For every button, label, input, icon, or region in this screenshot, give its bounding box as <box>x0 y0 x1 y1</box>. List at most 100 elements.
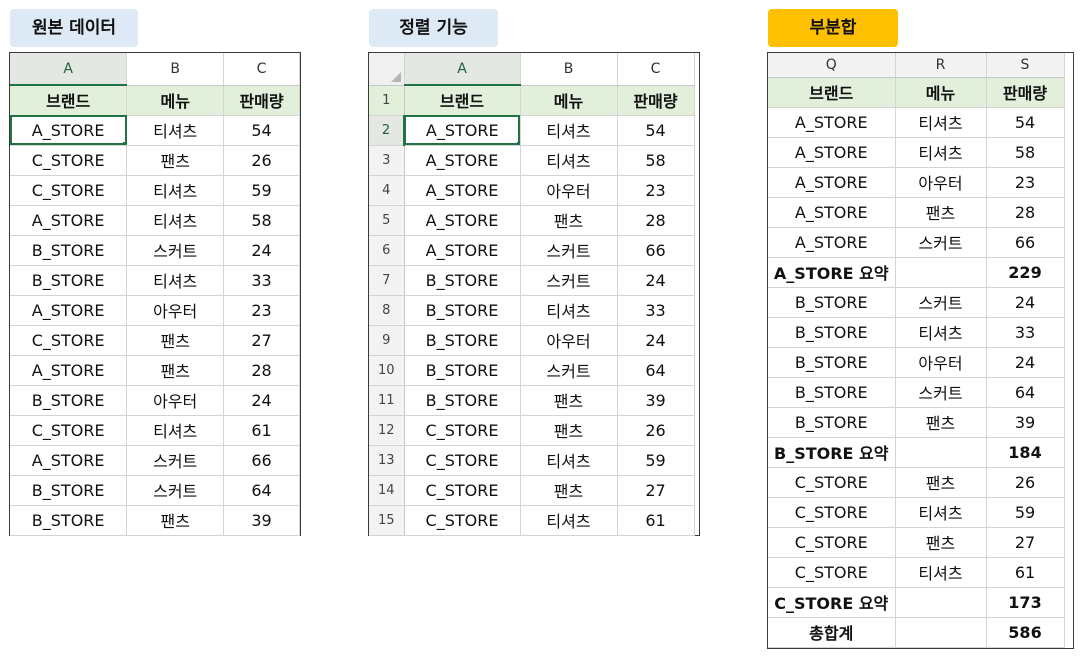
cell-menu[interactable]: 티셔츠 <box>520 295 618 326</box>
cell-menu[interactable]: 팬츠 <box>895 197 987 228</box>
cell-sales[interactable]: 58 <box>617 145 695 176</box>
cell-sales[interactable]: 28 <box>986 197 1065 228</box>
cell-sales[interactable]: 33 <box>617 295 695 326</box>
header-sales[interactable]: 판매량 <box>617 85 695 116</box>
header-brand[interactable]: 브랜드 <box>10 85 128 116</box>
cell-sales[interactable]: 54 <box>617 115 695 146</box>
header-menu[interactable]: 메뉴 <box>520 85 618 116</box>
cell-sales[interactable]: 23 <box>617 175 695 206</box>
cell-brand[interactable]: C_STORE <box>10 325 128 356</box>
cell-sales[interactable]: 229 <box>986 257 1065 288</box>
cell-brand[interactable]: A_STORE <box>768 227 896 258</box>
cell-brand[interactable]: A_STORE <box>768 197 896 228</box>
cell-menu[interactable]: 티셔츠 <box>895 107 987 138</box>
cell-menu[interactable]: 티셔츠 <box>126 175 225 206</box>
cell-brand[interactable]: A_STORE <box>10 205 128 236</box>
cell-brand[interactable]: B_STORE <box>768 347 896 378</box>
cell-menu[interactable]: 스커트 <box>520 355 618 386</box>
cell-brand[interactable]: B_STORE <box>768 377 896 408</box>
cell-menu[interactable]: 팬츠 <box>126 505 225 536</box>
cell-menu[interactable]: 티셔츠 <box>126 415 225 446</box>
row-number[interactable]: 14 <box>369 475 405 506</box>
cell-sales[interactable]: 66 <box>986 227 1065 258</box>
cell-sales[interactable]: 64 <box>617 355 695 386</box>
cell-sales[interactable]: 59 <box>617 445 695 476</box>
cell-menu[interactable]: 팬츠 <box>520 205 618 236</box>
column-header-s[interactable]: S <box>986 53 1065 78</box>
cell-sales[interactable]: 173 <box>986 587 1065 618</box>
row-number[interactable]: 8 <box>369 295 405 326</box>
header-brand[interactable]: 브랜드 <box>768 77 896 108</box>
cell-brand[interactable]: B_STORE <box>10 235 128 266</box>
cell-sales[interactable]: 24 <box>617 325 695 356</box>
cell-menu[interactable]: 티셔츠 <box>126 205 225 236</box>
cell-brand[interactable]: B_STORE <box>768 317 896 348</box>
cell-brand[interactable]: B_STORE 요약 <box>768 437 896 468</box>
cell-brand[interactable]: C_STORE <box>768 497 896 528</box>
cell-menu[interactable]: 팬츠 <box>126 325 225 356</box>
row-number[interactable]: 12 <box>369 415 405 446</box>
cell-sales[interactable]: 23 <box>986 167 1065 198</box>
cell-brand[interactable]: C_STORE <box>404 445 521 476</box>
cell-sales[interactable]: 33 <box>223 265 300 296</box>
cell-brand[interactable]: B_STORE <box>10 265 128 296</box>
cell-menu[interactable]: 팬츠 <box>895 467 987 498</box>
cell-brand[interactable]: A_STORE 요약 <box>768 257 896 288</box>
cell-menu[interactable]: 팬츠 <box>895 527 987 558</box>
cell-menu[interactable]: 스커트 <box>126 445 225 476</box>
cell-brand[interactable]: B_STORE <box>10 385 128 416</box>
cell-sales[interactable]: 27 <box>617 475 695 506</box>
cell-brand[interactable]: A_STORE <box>404 205 521 236</box>
cell-sales[interactable]: 54 <box>223 115 300 146</box>
cell-menu[interactable]: 티셔츠 <box>126 115 225 146</box>
cell-menu[interactable]: 티셔츠 <box>126 265 225 296</box>
row-number[interactable]: 15 <box>369 505 405 536</box>
column-header-c[interactable]: C <box>617 53 695 86</box>
cell-sales[interactable]: 39 <box>223 505 300 536</box>
cell-sales[interactable]: 58 <box>223 205 300 236</box>
cell-sales[interactable]: 26 <box>223 145 300 176</box>
cell-menu[interactable]: 아우터 <box>520 325 618 356</box>
cell-menu[interactable]: 아우터 <box>895 347 987 378</box>
row-number[interactable]: 13 <box>369 445 405 476</box>
cell-sales[interactable]: 24 <box>223 235 300 266</box>
cell-sales[interactable]: 27 <box>986 527 1065 558</box>
cell-sales[interactable]: 26 <box>617 415 695 446</box>
header-sales[interactable]: 판매량 <box>986 77 1065 108</box>
cell-brand[interactable]: C_STORE <box>404 415 521 446</box>
header-menu[interactable]: 메뉴 <box>126 85 225 116</box>
cell-menu[interactable]: 팬츠 <box>520 385 618 416</box>
cell-brand[interactable]: A_STORE <box>10 295 128 326</box>
cell-sales[interactable]: 28 <box>223 355 300 386</box>
cell-menu[interactable]: 티셔츠 <box>520 115 618 146</box>
cell-brand[interactable]: A_STORE <box>768 137 896 168</box>
cell-sales[interactable]: 24 <box>986 287 1065 318</box>
cell-sales[interactable]: 61 <box>617 505 695 536</box>
column-header-q[interactable]: Q <box>768 53 896 78</box>
column-header-b[interactable]: B <box>520 53 618 86</box>
select-all-corner[interactable] <box>369 53 405 86</box>
header-sales[interactable]: 판매량 <box>223 85 300 116</box>
cell-menu[interactable]: 팬츠 <box>520 415 618 446</box>
cell-menu[interactable]: 티셔츠 <box>520 445 618 476</box>
row-number[interactable]: 10 <box>369 355 405 386</box>
cell-menu[interactable]: 아우터 <box>126 385 225 416</box>
cell-brand[interactable]: C_STORE <box>404 475 521 506</box>
cell-brand[interactable]: A_STORE <box>404 175 521 206</box>
row-number[interactable]: 6 <box>369 235 405 266</box>
cell-menu[interactable]: 스커트 <box>895 287 987 318</box>
row-number[interactable]: 3 <box>369 145 405 176</box>
cell-sales[interactable]: 27 <box>223 325 300 356</box>
cell-brand[interactable]: C_STORE 요약 <box>768 587 896 618</box>
cell-menu[interactable]: 스커트 <box>126 475 225 506</box>
cell-brand[interactable]: B_STORE <box>404 295 521 326</box>
column-header-b[interactable]: B <box>126 53 225 86</box>
cell-menu[interactable] <box>895 257 987 288</box>
cell-menu[interactable]: 티셔츠 <box>895 497 987 528</box>
cell-brand[interactable]: A_STORE <box>10 115 128 146</box>
cell-sales[interactable]: 64 <box>986 377 1065 408</box>
cell-menu[interactable]: 스커트 <box>895 377 987 408</box>
column-header-a[interactable]: A <box>404 53 521 86</box>
header-menu[interactable]: 메뉴 <box>895 77 987 108</box>
cell-brand[interactable]: B_STORE <box>404 355 521 386</box>
